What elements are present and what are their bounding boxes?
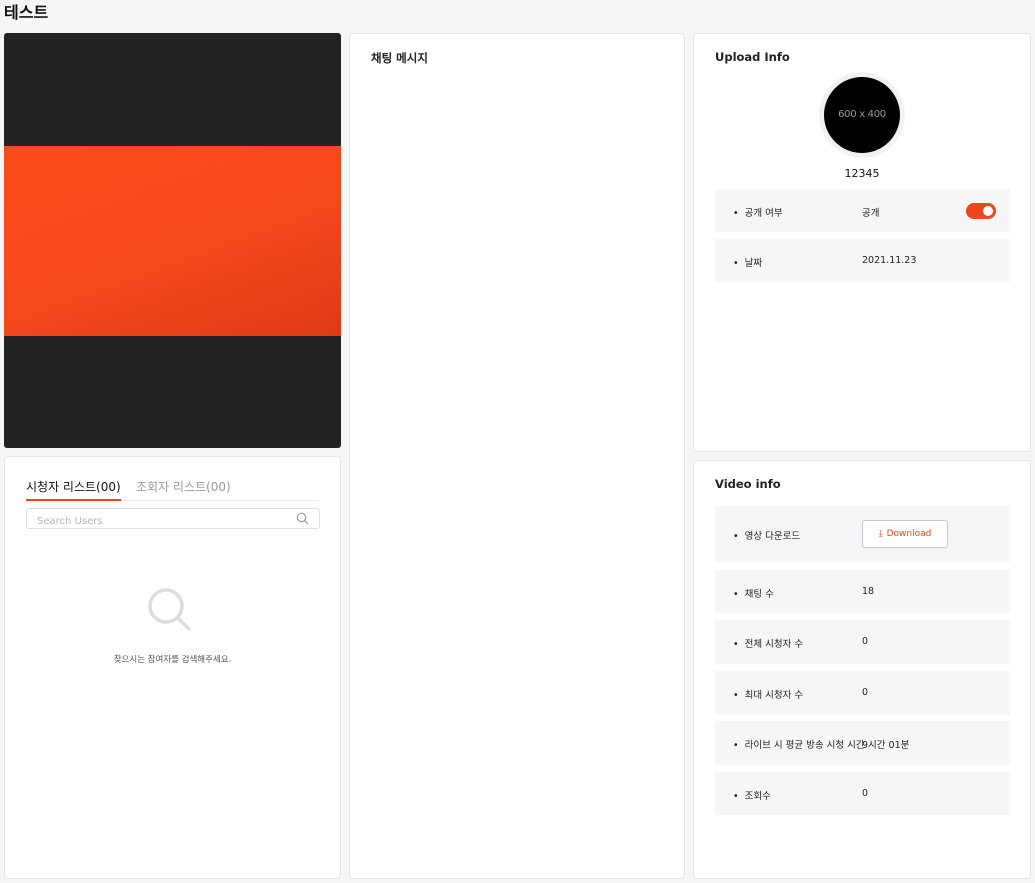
- info-row-total-viewers: 전체 시청자 수 0: [715, 620, 1010, 664]
- info-row-visibility: 공개 여부 공개: [715, 189, 1010, 232]
- info-row-max-viewers: 최대 시청자 수 0: [715, 671, 1010, 715]
- video-info-panel: Video info 영상 다운로드 ⤓Download 채팅 수 18 전체 …: [693, 460, 1031, 879]
- empty-search-icon: [148, 588, 191, 631]
- info-value: 2021.11.23: [862, 255, 917, 266]
- toggle-knob: [983, 206, 993, 216]
- info-value: 0: [862, 788, 869, 799]
- download-button-label: Download: [886, 529, 932, 539]
- video-player[interactable]: [4, 33, 341, 448]
- info-label: 전체 시청자 수: [733, 636, 803, 650]
- search-users-input[interactable]: [27, 512, 277, 531]
- upload-info-title: Upload Info: [715, 50, 790, 64]
- search-icon[interactable]: [296, 512, 309, 525]
- info-value: 0: [862, 687, 869, 698]
- viewer-list-panel: 시청자 리스트(00) 조회자 리스트(00) 찾으시는 참여자를 검색해주세요…: [4, 456, 341, 879]
- download-icon: ⤓: [878, 529, 883, 539]
- info-label: 채팅 수: [733, 586, 774, 600]
- info-value: 0: [862, 636, 869, 647]
- page-title: 테스트: [4, 3, 49, 22]
- info-row-avg-watch-time: 라이브 시 평균 방송 시청 시간 9시간 01분: [715, 721, 1010, 765]
- video-frame: [4, 146, 341, 336]
- chat-title: 채팅 메시지: [371, 51, 428, 65]
- empty-message: 찾으시는 참여자를 검색해주세요.: [113, 655, 232, 665]
- info-label: 공개 여부: [733, 205, 783, 219]
- info-row-view-count: 조회수 0: [715, 772, 1010, 815]
- tab-visitor-list[interactable]: 조회자 리스트(00): [136, 479, 231, 495]
- info-row-chat-count: 채팅 수 18: [715, 570, 1010, 613]
- upload-name: 12345: [844, 167, 880, 180]
- video-info-title: Video info: [715, 477, 781, 491]
- visibility-toggle[interactable]: [966, 203, 996, 219]
- info-value: 18: [862, 586, 875, 597]
- viewer-tabs: 시청자 리스트(00) 조회자 리스트(00): [26, 479, 319, 501]
- info-label: 날짜: [733, 255, 762, 269]
- info-label: 조회수: [733, 788, 771, 802]
- info-label: 영상 다운로드: [733, 528, 800, 542]
- chat-panel: 채팅 메시지: [349, 33, 685, 879]
- info-row-download: 영상 다운로드 ⤓Download: [715, 506, 1010, 562]
- info-value: 공개: [862, 208, 880, 219]
- thumbnail-image: 600 x 400: [824, 77, 900, 153]
- search-users-box: [26, 508, 320, 531]
- info-row-date: 날짜 2021.11.23: [715, 239, 1010, 282]
- upload-info-panel: Upload Info 600 x 400 12345 공개 여부 공개 날짜 …: [693, 33, 1031, 452]
- download-button[interactable]: ⤓ Download: [862, 520, 948, 548]
- thumbnail-frame: 600 x 400: [819, 72, 905, 158]
- tab-viewer-list[interactable]: 시청자 리스트(00): [26, 479, 121, 501]
- info-value: 9시간 01분: [862, 740, 910, 751]
- info-label: 라이브 시 평균 방송 시청 시간: [733, 737, 865, 751]
- info-label: 최대 시청자 수: [733, 687, 803, 701]
